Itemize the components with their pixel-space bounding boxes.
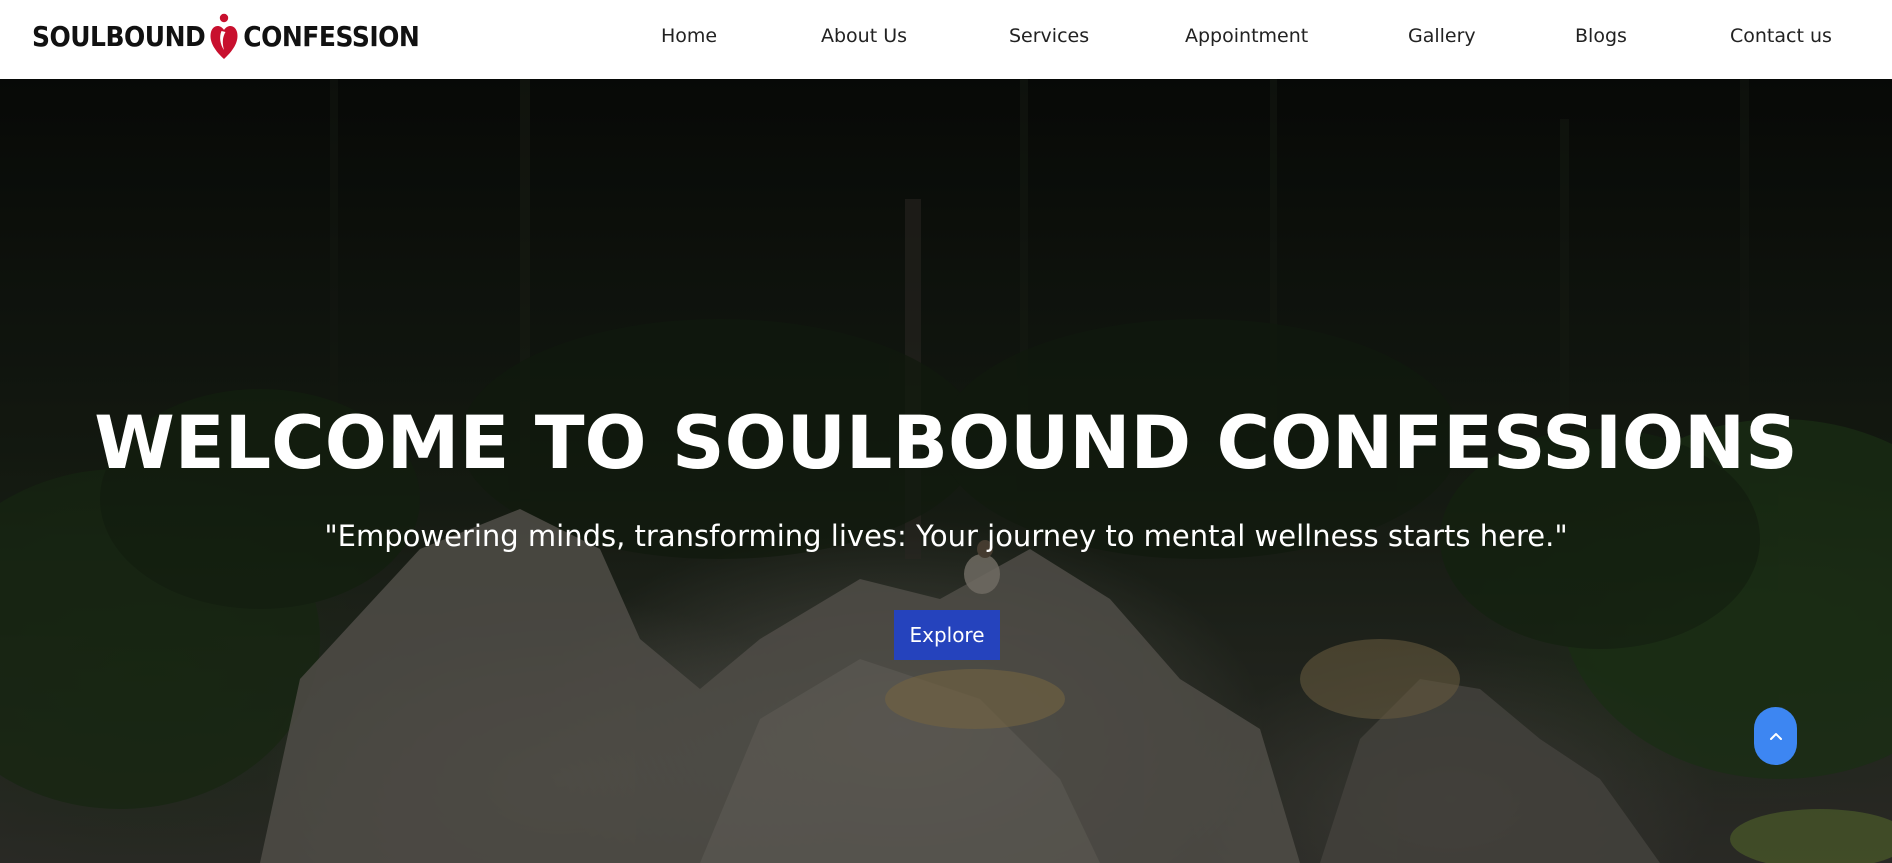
main-nav: Home About Us Services Appointment Galle… xyxy=(0,0,1892,79)
hero-tagline: "Empowering minds, transforming lives: Y… xyxy=(324,519,1568,553)
site-header: SOULBOUND CONFESSION Home About Us Servi… xyxy=(0,0,1892,79)
nav-item-appointment[interactable]: Appointment xyxy=(1185,25,1308,47)
nav-item-gallery[interactable]: Gallery xyxy=(1408,25,1476,47)
scroll-to-top-button[interactable] xyxy=(1754,707,1797,765)
hero-section: WELCOME TO SOULBOUND CONFESSIONS "Empowe… xyxy=(0,79,1892,863)
nav-item-home[interactable]: Home xyxy=(661,25,717,47)
chevron-up-icon xyxy=(1769,733,1782,740)
nav-item-about-us[interactable]: About Us xyxy=(821,25,907,47)
explore-button[interactable]: Explore xyxy=(894,610,1000,660)
nav-item-contact-us[interactable]: Contact us xyxy=(1730,25,1832,47)
hero-title: WELCOME TO SOULBOUND CONFESSIONS xyxy=(94,401,1798,486)
nav-item-services[interactable]: Services xyxy=(1009,25,1089,47)
nav-item-blogs[interactable]: Blogs xyxy=(1575,25,1627,47)
